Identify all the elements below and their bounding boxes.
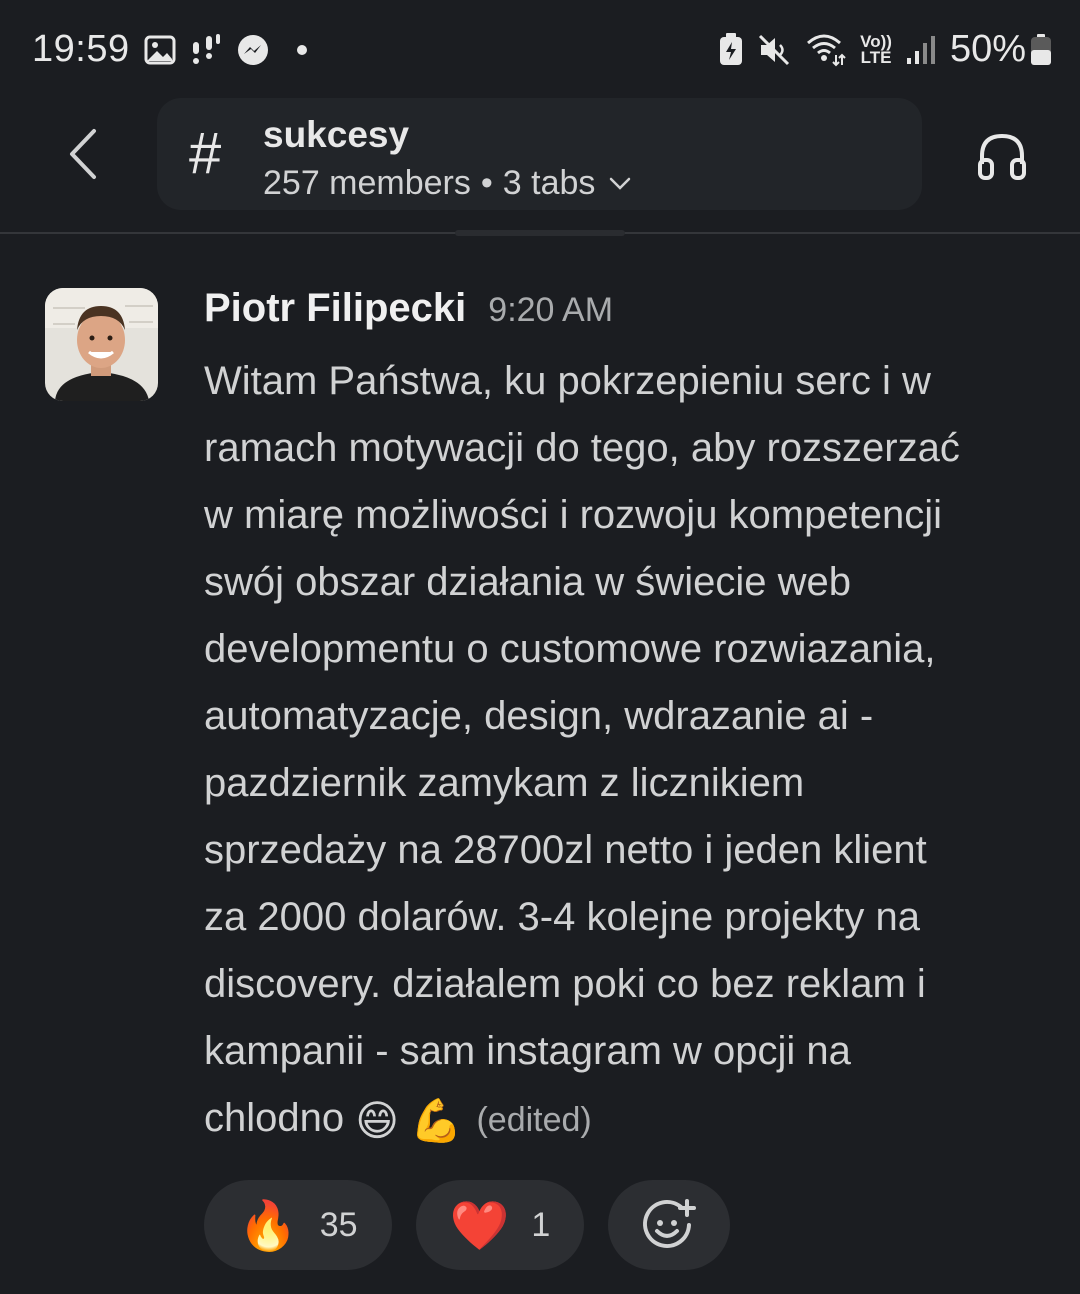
reaction-fire[interactable]: 🔥 35 [204,1180,392,1270]
grinning-emoji: 😄 [355,1097,400,1144]
reaction-count: 1 [531,1205,551,1244]
channel-info-button[interactable]: # sukcesy 257 members • 3 tabs [157,98,922,210]
avatar[interactable] [45,288,158,401]
edited-label: (edited) [476,1101,592,1139]
message-header: Piotr Filipecki 9:20 AM [204,286,1054,338]
message-text: Witam Państwa, ku pokrzepieniu serc i w … [204,348,1054,1154]
wifi-icon [806,33,846,67]
author-name[interactable]: Piotr Filipecki [204,286,466,331]
scroll-handle [455,230,625,236]
status-bar: 19:59 Vo)) LTE 50% [0,0,1080,100]
messenger-icon [236,33,270,67]
channel-name: sukcesy [263,114,410,155]
mute-icon [758,34,792,66]
battery-percent: 50% [949,28,1026,70]
status-time: 19:59 [32,28,130,70]
channel-meta: 257 members • 3 tabs [263,164,631,203]
gallery-icon [144,35,176,65]
dot-icon [296,44,308,56]
signal-icon [906,34,936,66]
reaction-heart[interactable]: ❤️ 1 [415,1180,585,1270]
message-body: Piotr Filipecki 9:20 AM Witam Państwa, k… [204,286,1054,1154]
reaction-count: 35 [319,1205,358,1244]
battery-saver-icon [718,32,744,67]
channel-hash-icon: # [189,121,222,186]
volte-icon: Vo)) LTE [860,33,892,67]
tab-count: 3 tabs [502,164,596,202]
channel-header: # sukcesy 257 members • 3 tabs [0,96,1080,234]
chevron-down-icon [609,177,631,191]
fire-emoji: 🔥 [238,1199,298,1253]
chevron-left-icon [70,129,96,179]
reactions-bar: 🔥 35 ❤️ 1 [204,1180,754,1270]
meta-separator: • [480,164,493,202]
message-text-content: Witam Państwa, ku pokrzepieniu serc i w … [204,359,960,1140]
huddle-button[interactable] [970,126,1034,186]
message-timestamp: 9:20 AM [488,291,614,329]
volte-label-bottom: LTE [860,47,892,67]
battery-icon [1030,33,1052,66]
add-reaction-button[interactable] [608,1180,731,1270]
heart-emoji: ❤️ [449,1199,510,1253]
status-bar-left: 19:59 [32,28,308,71]
headphones-icon [978,133,1026,180]
back-button[interactable] [52,122,112,186]
status-bar-right: Vo)) LTE 50% [704,28,1052,71]
notification-dots-icon [190,32,222,68]
add-emoji-icon [643,1199,697,1248]
member-count: 257 members [263,164,471,202]
flexed-biceps-emoji: 💪 [410,1097,463,1144]
